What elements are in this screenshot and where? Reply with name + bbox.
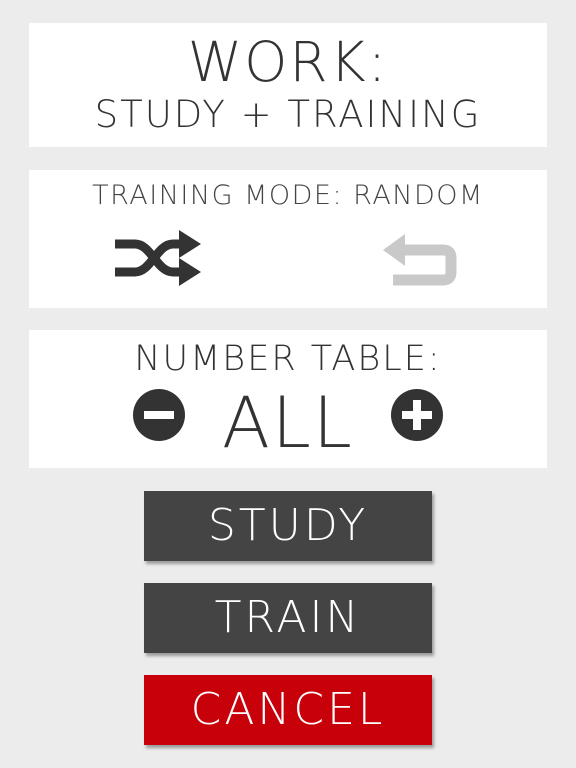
- shuffle-button[interactable]: [113, 222, 203, 294]
- study-button[interactable]: STUDY: [144, 491, 432, 561]
- plus-circle-icon: [391, 389, 443, 441]
- cancel-button[interactable]: CANCEL: [144, 675, 432, 745]
- repeat-icon: [383, 234, 457, 286]
- training-mode-label: TRAINING MODE: RANDOM: [92, 180, 484, 211]
- number-table-label: NUMBER TABLE:: [134, 339, 442, 379]
- training-mode-panel: TRAINING MODE: RANDOM: [29, 170, 547, 308]
- title-panel: WORK: STUDY + TRAINING: [29, 23, 547, 147]
- number-table-panel: NUMBER TABLE: ALL: [29, 330, 547, 468]
- number-table-value: ALL: [222, 382, 354, 464]
- increase-button[interactable]: [389, 387, 445, 443]
- shuffle-icon: [115, 230, 201, 286]
- repeat-button[interactable]: [379, 230, 459, 286]
- train-button[interactable]: TRAIN: [144, 583, 432, 653]
- page-subtitle: STUDY + TRAINING: [94, 93, 482, 136]
- page-title: WORK:: [187, 30, 389, 94]
